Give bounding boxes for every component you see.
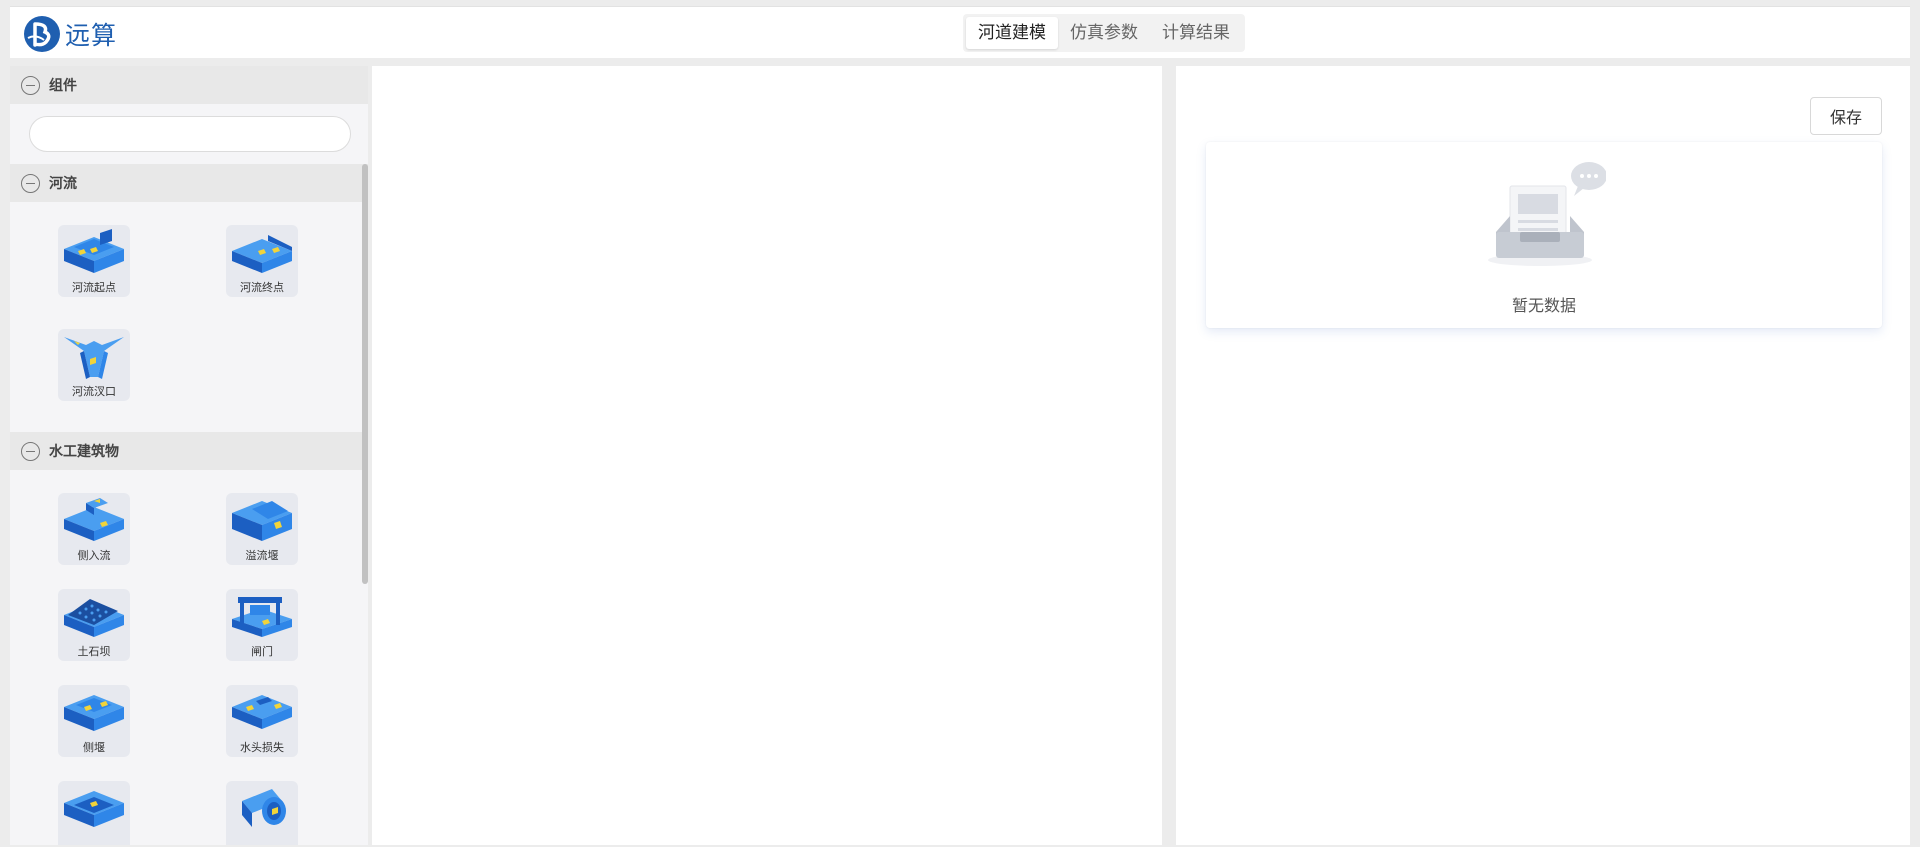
river-end-icon — [232, 235, 292, 273]
component-tile[interactable]: 土石坝 — [58, 589, 130, 661]
component-search-input[interactable] — [29, 116, 351, 152]
component-head-loss[interactable]: 水头损失 — [178, 685, 346, 781]
properties-panel: 保存 暂无数据 — [1176, 66, 1910, 845]
component-river-end[interactable]: 河流终点 — [178, 225, 346, 321]
component-sidebar: 组件 河流 河流起点 河流终点 河流汊口 水工建筑物 侧入流 溢流堰 土石坝 闸… — [10, 66, 368, 845]
tab-results[interactable]: 计算结果 — [1150, 17, 1242, 49]
tab-river-modeling[interactable]: 河道建模 — [966, 17, 1058, 49]
channel-icon — [64, 791, 124, 827]
culvert-icon — [242, 789, 286, 827]
component-tile[interactable]: 河流起点 — [58, 225, 130, 297]
component-tile[interactable]: 水头损失 — [226, 685, 298, 757]
component-lateral-inflow[interactable]: 侧入流 — [10, 493, 178, 589]
component-tile[interactable]: 侧入流 — [58, 493, 130, 565]
component-tile[interactable] — [226, 781, 298, 845]
component-label: 河流汊口 — [72, 384, 116, 398]
logo-mark-icon — [24, 16, 60, 52]
main-tabs: 河道建模 仿真参数 计算结果 — [963, 14, 1245, 52]
river-items: 河流起点 河流终点 河流汊口 — [10, 202, 368, 432]
earth-rock-dam-icon — [64, 599, 124, 637]
component-side-weir[interactable]: 侧堰 — [10, 685, 178, 781]
river-fork-icon — [64, 336, 124, 379]
component-label: 溢流堰 — [245, 549, 279, 562]
component-label: 河流终点 — [240, 281, 284, 294]
components-header[interactable]: 组件 — [10, 66, 368, 104]
component-culvert-partial[interactable] — [178, 781, 346, 845]
hydraulic-items: 侧入流 溢流堰 土石坝 闸门 侧堰 水头损失 — [10, 470, 368, 845]
weir-icon — [232, 501, 292, 541]
components-header-label: 组件 — [49, 78, 77, 94]
component-label: 河流起点 — [72, 281, 116, 294]
component-channel-partial[interactable] — [10, 781, 178, 845]
component-tile[interactable]: 闸门 — [226, 589, 298, 661]
gate-icon — [232, 597, 292, 637]
component-river-start[interactable]: 河流起点 — [10, 225, 178, 321]
save-button[interactable]: 保存 — [1810, 97, 1882, 135]
collapse-icon[interactable] — [21, 75, 40, 95]
component-label: 土石坝 — [77, 645, 111, 658]
tab-simulation-params[interactable]: 仿真参数 — [1058, 17, 1150, 49]
component-tile[interactable]: 河流终点 — [226, 225, 298, 297]
component-tile[interactable]: 河流汊口 — [58, 328, 130, 401]
component-label: 水头损失 — [240, 741, 284, 754]
empty-inbox-icon — [1488, 162, 1606, 266]
sidebar-scrollbar[interactable] — [362, 164, 368, 584]
component-river-fork[interactable]: 河流汊口 — [10, 328, 178, 425]
side-weir-icon — [64, 695, 124, 731]
top-header: 远算 河道建模 仿真参数 计算结果 — [10, 6, 1910, 58]
river-start-icon — [64, 229, 124, 273]
modeling-canvas[interactable] — [372, 66, 1162, 845]
empty-state-card: 暂无数据 — [1206, 142, 1882, 328]
component-gate[interactable]: 闸门 — [178, 589, 346, 685]
component-tile[interactable]: 侧堰 — [58, 685, 130, 757]
component-earth-rock-dam[interactable]: 土石坝 — [10, 589, 178, 685]
group-header-river[interactable]: 河流 — [10, 164, 368, 202]
group-header-hydraulic-structures[interactable]: 水工建筑物 — [10, 432, 368, 470]
lateral-inflow-icon — [64, 498, 124, 541]
component-label: 侧入流 — [77, 549, 111, 562]
group-title-river: 河流 — [49, 176, 77, 192]
component-weir[interactable]: 溢流堰 — [178, 493, 346, 589]
collapse-icon[interactable] — [21, 173, 40, 193]
head-loss-icon — [232, 695, 292, 729]
search-wrapper — [10, 104, 368, 164]
group-title-hydraulic-structures: 水工建筑物 — [49, 444, 119, 460]
component-label: 闸门 — [251, 645, 273, 658]
app-logo[interactable]: 远算 — [24, 16, 117, 52]
empty-state-text: 暂无数据 — [1511, 296, 1576, 315]
collapse-icon[interactable] — [21, 441, 40, 461]
logo-text: 远算 — [65, 21, 118, 50]
component-tile[interactable]: 溢流堰 — [226, 493, 298, 565]
component-label: 侧堰 — [83, 741, 105, 754]
component-tile[interactable] — [58, 781, 130, 845]
